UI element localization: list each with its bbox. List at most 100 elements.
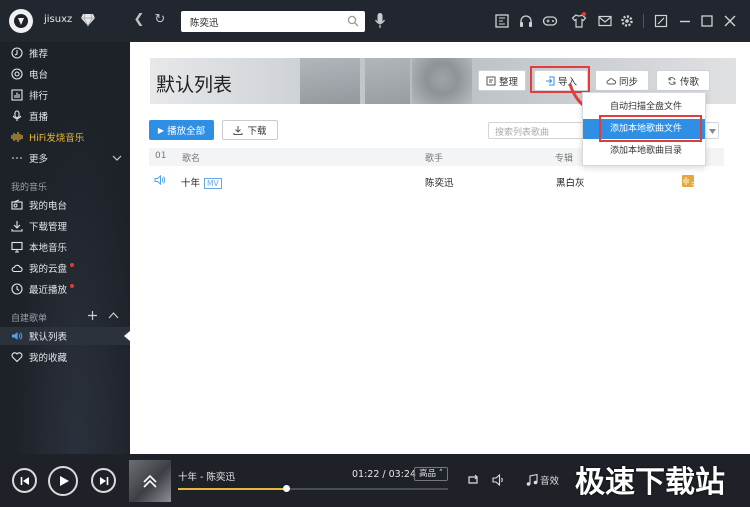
sidebar-item-my-radio[interactable]: 我的电台 [11,197,67,213]
microphone-icon[interactable] [374,12,386,30]
chevron-down-icon[interactable] [111,152,123,164]
loop-icon[interactable] [466,473,480,487]
next-button[interactable] [91,468,116,493]
radio-icon [11,68,23,80]
download-icon [11,221,23,232]
gamepad-icon[interactable] [542,13,558,29]
close-icon[interactable] [722,13,738,29]
heart-icon [11,352,23,363]
sync-label: 同步 [618,76,638,88]
download-label: 下载 [247,126,267,137]
column-name[interactable]: 歌名 [182,151,200,164]
expand-up-icon[interactable] [142,473,158,489]
organize-button[interactable]: 整理 [478,70,526,91]
column-artist[interactable]: 歌手 [425,151,443,164]
play-all-button[interactable]: ▶ 播放全部 [149,120,214,140]
maximize-icon[interactable] [699,13,715,29]
song-name[interactable]: 十年 [181,178,200,189]
play-icon: ▶ [157,125,165,135]
sidebar-item-recent[interactable]: 最近播放 [11,281,75,297]
play-button[interactable] [48,466,78,496]
live-icon [12,110,22,121]
share-label: 传歌 [679,76,699,88]
recommend-icon [11,47,23,59]
sidebar-item-label: 我的电台 [29,201,68,212]
sidebar-item-label: 下载管理 [29,222,68,233]
progress-bar[interactable] [178,485,448,492]
menu-item-add-local-folder[interactable]: 添加本地歌曲目录 [583,141,705,161]
song-title[interactable]: 十年 MV [181,175,222,189]
sidebar-item-radio[interactable]: 电台 [11,66,48,82]
play-all-label: 播放全部 [167,126,206,137]
list-search-input[interactable]: 搜索列表歌曲 [488,122,584,139]
sidebar-item-hifi[interactable]: HiFi发烧音乐 [11,129,84,145]
download-icon [233,126,243,135]
main-panel: 默认列表 整理 导入 同步 传歌 ▶ 播放全部 下载 搜索列表歌曲 01 歌名 … [130,42,750,454]
player-bar: 十年 - 陈奕迅 01:22 / 03:24 高品 ˄ 音效 极速下载站 [0,454,750,507]
sidebar-item-favorites[interactable]: 我的收藏 [11,349,67,365]
sidebar-item-downloads[interactable]: 下载管理 [11,218,67,234]
sidebar-item-more[interactable]: 更多 [11,150,123,166]
menu-item-scan-all[interactable]: 自动扫描全盘文件 [583,97,705,117]
sidebar-item-chart[interactable]: 排行 [11,87,48,103]
menu-highlight-box [599,115,702,142]
gear-icon[interactable] [619,13,635,29]
chevron-up-icon[interactable] [108,311,119,320]
playlists-heading: 自建歌单 [11,314,48,324]
search-box[interactable]: 陈奕迅 [181,11,365,32]
quality-selector[interactable]: 高品 ˄ [414,467,448,481]
previous-button[interactable] [12,468,37,493]
search-icon[interactable] [347,15,359,27]
lossless-badge: 无损 [682,175,699,202]
minimize-icon[interactable] [677,13,693,29]
refresh-icon[interactable]: ↻ [152,12,168,28]
search-input[interactable]: 陈奕迅 [190,15,219,29]
back-icon[interactable]: ❮ [131,12,147,28]
music-app: jisuxz ❮ ↻ 陈奕迅 推荐 电台 排行 直播 HiFi发烧音乐 更多 我… [0,0,750,507]
table-row[interactable]: 十年 MV 陈奕迅 黑白灰 无损 [149,170,724,202]
sidebar-item-label: 更多 [29,154,49,165]
playback-time: 01:22 / 03:24 [352,469,416,480]
mail-icon[interactable] [597,13,613,29]
quality-label: 高品 [419,469,437,479]
volume-icon[interactable] [492,473,506,487]
skin-icon[interactable] [494,13,510,29]
mv-badge[interactable]: MV [204,178,222,189]
sound-effect-icon[interactable] [525,473,539,487]
sound-effect-label[interactable]: 音效 [540,473,559,487]
sidebar-item-local-music[interactable]: 本地音乐 [11,239,67,255]
sidebar-item-cloud[interactable]: 我的云盘 [11,260,75,276]
banner-art [300,58,360,104]
sidebar-item-default-list[interactable]: 默认列表 [11,328,67,344]
mini-mode-icon[interactable] [653,13,669,29]
sidebar-item-live[interactable]: 直播 [11,108,48,124]
share-button[interactable]: 传歌 [656,70,710,91]
my-radio-icon [11,199,23,210]
download-button[interactable]: 下载 [222,120,278,140]
banner-art [365,58,410,104]
organize-icon [486,76,496,85]
column-album[interactable]: 专辑 [555,151,573,164]
cloud-notification-dot [70,263,75,267]
username[interactable]: jisuxz [44,14,72,25]
sidebar-item-label: 直播 [29,112,49,123]
sidebar-item-label: 默认列表 [29,332,68,343]
now-playing-title[interactable]: 十年 - 陈奕迅 [178,469,235,483]
previous-icon [20,476,29,485]
app-logo[interactable] [9,9,33,33]
sidebar-item-recommend[interactable]: 推荐 [11,45,48,61]
progress-handle[interactable] [283,485,290,492]
album-cover[interactable] [129,460,171,502]
song-artist[interactable]: 陈奕迅 [425,175,454,189]
song-album[interactable]: 黑白灰 [556,175,585,189]
cloud-sync-icon [606,77,616,84]
my-music-heading: 我的音乐 [11,183,48,193]
top-bar: jisuxz ❮ ↻ 陈奕迅 [0,0,750,42]
sidebar-item-label: 推荐 [29,49,49,60]
sidebar-item-label: 电台 [29,70,49,81]
speaker-icon[interactable] [154,174,167,186]
page-title: 默认列表 [156,74,233,96]
vip-diamond-icon[interactable] [80,13,96,27]
add-playlist-icon[interactable] [87,310,98,321]
headphones-icon[interactable] [518,13,534,29]
